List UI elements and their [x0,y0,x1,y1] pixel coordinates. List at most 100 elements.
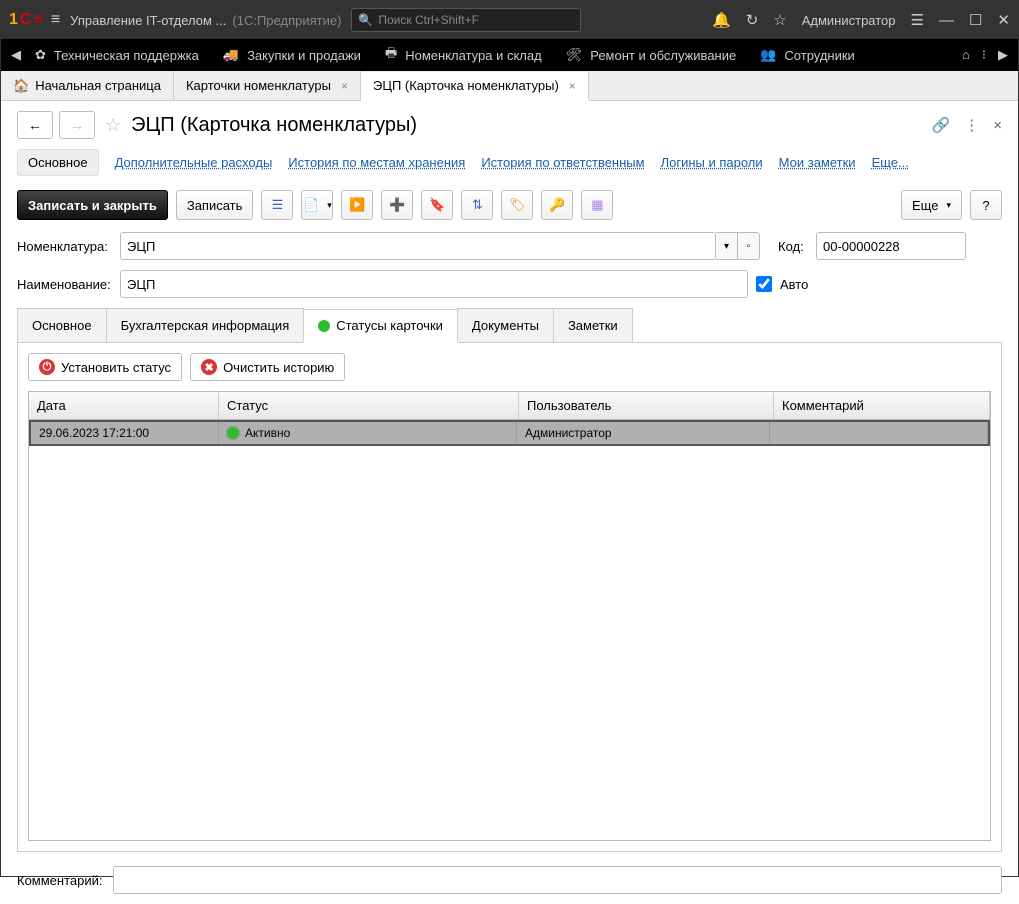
menu-nomenclature[interactable]: 🖶Номенклатура и склад [373,39,554,71]
subtab-accounting[interactable]: Бухгалтерская информация [106,308,305,342]
menu-tech-support[interactable]: ✿Техническая поддержка [23,39,211,71]
search-icon: 🔍 [358,13,373,27]
row-nomenclature: Номенклатура: ▾ ▫ Код: [17,232,1002,260]
wrench-icon: 🛠 [566,47,583,63]
tool2-button[interactable]: ➕ [381,190,413,220]
clear-history-button[interactable]: ✖ Очистить историю [190,353,345,381]
tool4-button[interactable]: ⇅ [461,190,493,220]
link-responsible-history[interactable]: История по ответственным [481,155,644,170]
col-comment[interactable]: Комментарий [774,392,990,419]
maximize-icon[interactable]: ☐ [969,11,982,29]
link-logins[interactable]: Логины и пароли [661,155,763,170]
app-title: Управление IT-отделом ... [70,13,226,28]
section-links-row: Основное Дополнительные расходы История … [17,149,1002,176]
section-main[interactable]: Основное [17,149,99,176]
doc-plus-icon: 📄 [303,197,319,213]
menu-repair[interactable]: 🛠Ремонт и обслуживание [554,39,749,71]
app-logo-icon: 1С≡ [9,11,43,29]
global-search-input[interactable]: 🔍 Поиск Ctrl+Shift+F [351,8,581,32]
user-name[interactable]: Администратор [802,13,896,28]
clear-icon: ✖ [201,359,217,375]
nav-back-icon[interactable]: ◀ [11,47,21,63]
app-subtitle: (1С:Предприятие) [232,13,341,28]
nomenclature-input[interactable] [120,232,716,260]
subtab-main[interactable]: Основное [17,308,107,342]
dots-icon[interactable]: ⁝ [982,47,986,63]
help-button[interactable]: ? [970,190,1002,220]
tool5-button[interactable]: 🏷 [501,190,533,220]
favorite-star-icon[interactable]: ☆ [105,115,121,136]
col-date[interactable]: Дата [29,392,219,419]
save-close-button[interactable]: Записать и закрыть [17,190,168,220]
grid-body[interactable]: 29.06.2023 17:21:00 Активно Администрато… [29,420,990,840]
nav-back-button[interactable]: ← [17,111,53,139]
more-button[interactable]: Еще [901,190,962,220]
name-input[interactable] [120,270,748,298]
row-name: Наименование: Авто [17,270,1002,298]
print-icon: 🖶 [385,44,397,66]
menu-purchases[interactable]: 🚚Закупки и продажи [211,39,373,71]
report-button[interactable]: ☰ [261,190,293,220]
link-icon[interactable]: 🔗 [932,116,951,134]
main-menu-bar: ◀ ✿Техническая поддержка 🚚Закупки и прод… [1,39,1018,71]
sub-tabs: Основное Бухгалтерская информация Статус… [17,308,1002,343]
cell-date: 29.06.2023 17:21:00 [31,422,219,444]
col-status[interactable]: Статус [219,392,519,419]
truck-icon: 🚚 [223,47,239,63]
tool7-button[interactable]: ▦ [581,190,613,220]
menu-staff[interactable]: 👥Сотрудники [748,39,867,71]
home-icon[interactable]: ⌂ [962,47,970,63]
close-tab-icon[interactable]: × [341,79,348,93]
code-input[interactable] [816,232,966,260]
title-bar: 1С≡ ≡ Управление IT-отделом ... (1С:Пред… [1,1,1018,39]
auto-label: Авто [780,277,808,292]
grid-icon: ▦ [591,197,603,213]
subtab-documents[interactable]: Документы [457,308,554,342]
close-tab-icon[interactable]: × [569,79,576,93]
bell-icon[interactable]: 🔔 [712,11,731,29]
search-placeholder: Поиск Ctrl+Shift+F [378,13,479,27]
name-label: Наименование: [17,277,112,292]
link-expenses[interactable]: Дополнительные расходы [115,155,273,170]
open-ref-icon[interactable]: ▫ [738,232,760,260]
user-menu-icon[interactable]: ☰ [911,11,924,29]
cell-comment [770,422,988,444]
tool1-button[interactable]: ▶️ [341,190,373,220]
run-icon: ▶️ [349,197,365,213]
status-grid: Дата Статус Пользователь Комментарий 29.… [28,391,991,841]
col-user[interactable]: Пользователь [519,392,774,419]
nav-tab-home[interactable]: 🏠 Начальная страница [1,71,174,100]
nav-tab-ecp[interactable]: ЭЦП (Карточка номенклатуры) × [361,72,589,101]
bookmark-icon: 🔖 [429,197,445,213]
nav-forward-button: → [59,111,95,139]
set-status-button[interactable]: ⏻ Установить статус [28,353,182,381]
create-based-button[interactable]: 📄 [301,190,333,220]
close-icon[interactable]: ✕ [997,11,1010,29]
comment-input[interactable] [113,866,1003,894]
save-button[interactable]: Записать [176,190,254,220]
history-icon[interactable]: ↻ [746,11,759,29]
nav-tab-cards[interactable]: Карточки номенклатуры × [174,71,361,100]
minimize-icon[interactable]: — [939,12,954,29]
grid-row[interactable]: 29.06.2023 17:21:00 Активно Администрато… [29,420,990,446]
auto-checkbox[interactable] [756,276,772,292]
page-title: ЭЦП (Карточка номенклатуры) [131,114,417,137]
close-page-icon[interactable]: × [993,117,1002,134]
subtab-notes[interactable]: Заметки [553,308,633,342]
nav-tabs-bar: 🏠 Начальная страница Карточки номенклату… [1,71,1018,101]
support-icon: ✿ [35,47,46,63]
nav-forward-icon[interactable]: ▶ [998,47,1008,63]
grid-header: Дата Статус Пользователь Комментарий [29,392,990,420]
kebab-icon[interactable]: ⋮ [964,116,979,134]
link-more[interactable]: Еще... [872,155,909,170]
star-icon[interactable]: ☆ [773,11,786,29]
link-notes[interactable]: Мои заметки [779,155,856,170]
tool3-button[interactable]: 🔖 [421,190,453,220]
subtab-statuses[interactable]: Статусы карточки [303,309,458,343]
tag-icon: 🏷 [509,197,526,213]
dropdown-icon[interactable]: ▾ [716,232,738,260]
toolbar: Записать и закрыть Записать ☰ 📄 ▶️ ➕ 🔖 ⇅… [17,190,1002,220]
hamburger-icon[interactable]: ≡ [51,11,60,29]
tool6-button[interactable]: 🔑 [541,190,573,220]
link-location-history[interactable]: История по местам хранения [288,155,465,170]
